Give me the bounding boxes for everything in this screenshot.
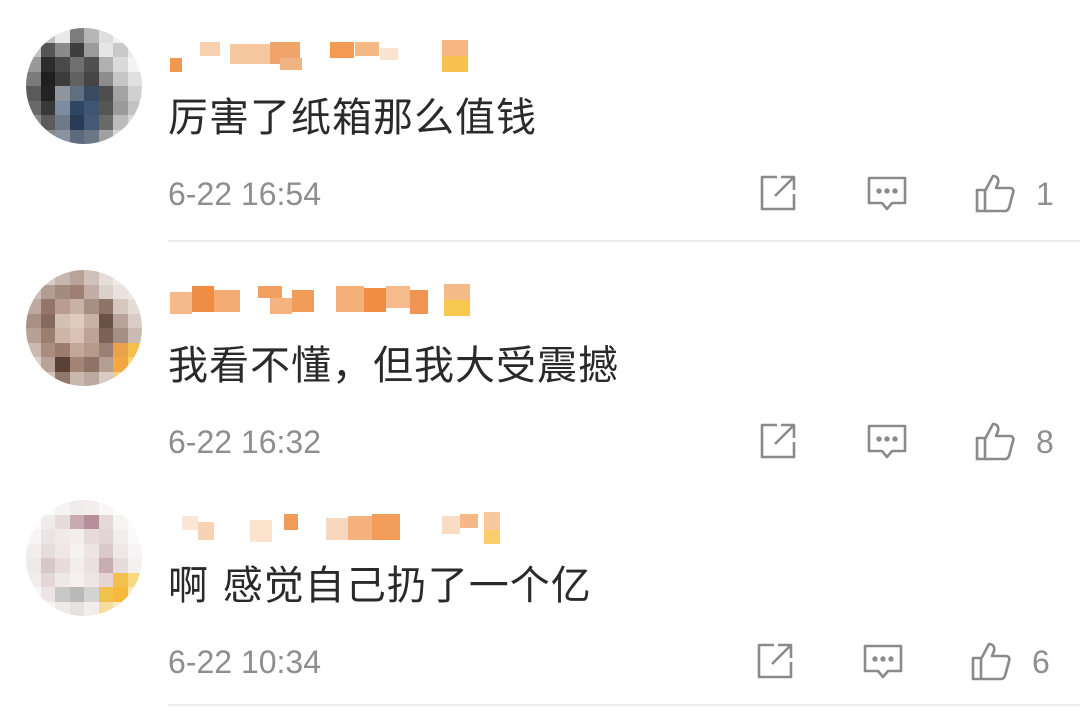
share-icon bbox=[760, 423, 796, 459]
share-button[interactable] bbox=[755, 418, 801, 464]
comment-time: 6-22 16:54 bbox=[168, 176, 322, 212]
like-count: 1 bbox=[1036, 176, 1054, 212]
username-blurred[interactable] bbox=[170, 38, 500, 78]
comment-icon bbox=[863, 644, 903, 679]
comment-text: 我看不懂，但我大受震撼 bbox=[168, 343, 619, 389]
share-button[interactable] bbox=[752, 638, 798, 684]
comment-text: 啊 感觉自己扔了一个亿 bbox=[168, 563, 592, 609]
avatar[interactable] bbox=[26, 500, 142, 616]
username-blurred[interactable] bbox=[170, 510, 500, 550]
share-button[interactable] bbox=[755, 170, 801, 216]
avatar[interactable] bbox=[26, 28, 142, 144]
reply-button[interactable] bbox=[864, 170, 910, 216]
like-button[interactable] bbox=[972, 170, 1018, 216]
thumbs-up-icon bbox=[975, 174, 1015, 213]
comment-icon bbox=[867, 424, 907, 459]
comment-item: 厉害了纸箱那么值钱 6-22 16:54 1 bbox=[0, 0, 1080, 242]
thumbs-up-icon bbox=[975, 422, 1015, 461]
share-icon bbox=[760, 175, 796, 211]
comment-text: 厉害了纸箱那么值钱 bbox=[168, 95, 537, 141]
like-button[interactable] bbox=[968, 638, 1014, 684]
comment-item: 我看不懂，但我大受震撼 6-22 16:32 8 bbox=[0, 242, 1080, 484]
like-count: 8 bbox=[1036, 424, 1054, 460]
thumbs-up-icon bbox=[971, 642, 1011, 681]
avatar[interactable] bbox=[26, 270, 142, 386]
reply-button[interactable] bbox=[860, 638, 906, 684]
like-count: 6 bbox=[1032, 644, 1050, 680]
divider bbox=[168, 704, 1080, 706]
comment-item: 啊 感觉自己扔了一个亿 6-22 10:34 6 bbox=[0, 484, 1080, 708]
like-button[interactable] bbox=[972, 418, 1018, 464]
username-blurred[interactable] bbox=[170, 282, 500, 322]
comment-time: 6-22 16:32 bbox=[168, 424, 322, 460]
share-icon bbox=[757, 643, 793, 679]
comment-icon bbox=[867, 176, 907, 211]
reply-button[interactable] bbox=[864, 418, 910, 464]
comment-time: 6-22 10:34 bbox=[168, 644, 322, 680]
